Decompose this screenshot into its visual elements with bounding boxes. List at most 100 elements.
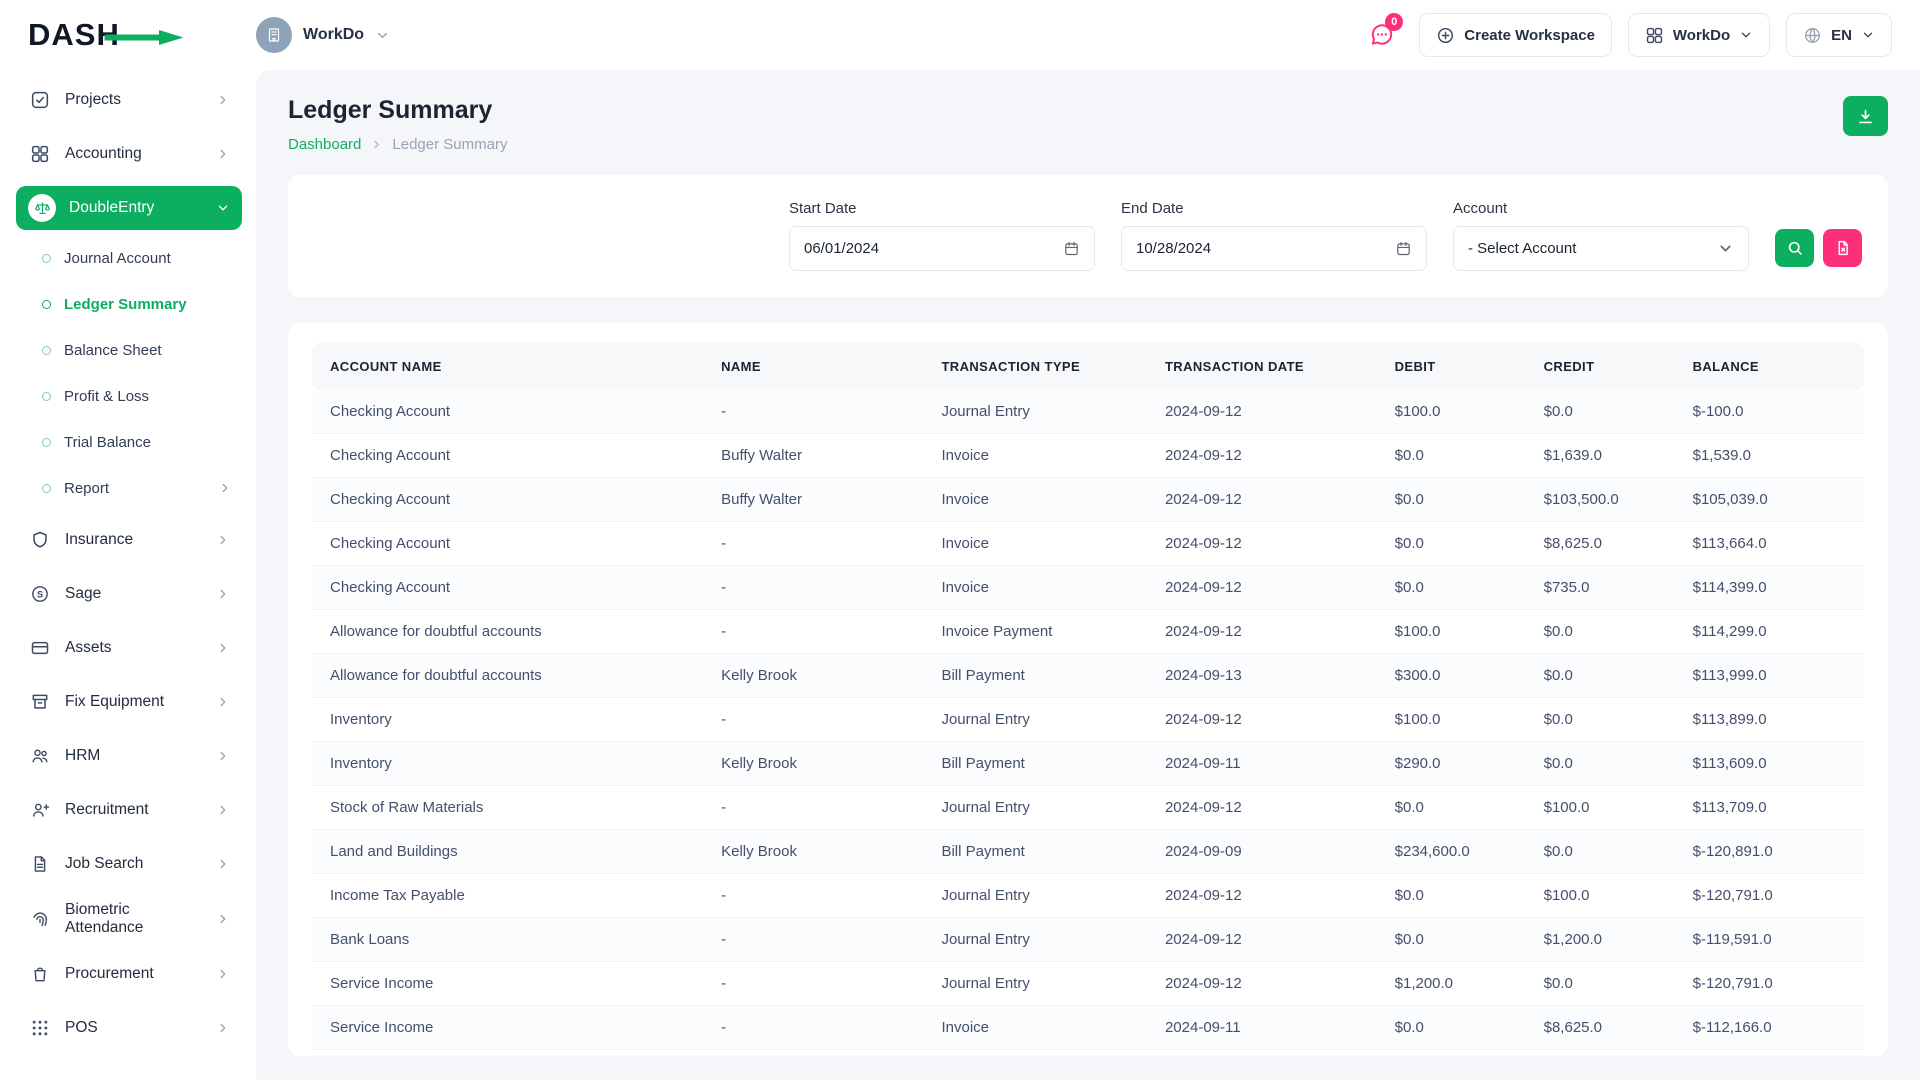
sidebar-item-fix-equipment[interactable]: Fix Equipment xyxy=(16,680,242,724)
chevron-down-icon xyxy=(1717,240,1734,257)
sidebar-item-projects[interactable]: Projects xyxy=(16,78,242,122)
cell-credit: $8,625.0 xyxy=(1526,1006,1675,1050)
sidebar-item-journal-account[interactable]: Journal Account xyxy=(32,240,242,276)
grid-icon xyxy=(1645,26,1664,45)
cell-account-name: Bank Loans xyxy=(312,918,703,962)
sidebar-item-accounting[interactable]: Accounting xyxy=(16,132,242,176)
cell-transaction-date: 2024-09-12 xyxy=(1147,962,1377,1006)
cell-name: Buffy Walter xyxy=(703,478,923,522)
messages-badge: 0 xyxy=(1385,13,1403,31)
cell-transaction-type: Journal Entry xyxy=(923,390,1146,434)
account-field: Account - Select Account xyxy=(1453,200,1749,271)
column-header-credit: CREDIT xyxy=(1526,343,1675,390)
cell-transaction-date: 2024-09-12 xyxy=(1147,918,1377,962)
cell-balance: $-119,591.0 xyxy=(1675,918,1864,962)
chevron-right-icon xyxy=(216,967,230,981)
sidebar-item-doubleentry[interactable]: DoubleEntry xyxy=(16,186,242,230)
sidebar-item-recruitment[interactable]: Recruitment xyxy=(16,788,242,832)
sidebar-item-insurance[interactable]: Insurance xyxy=(16,518,242,562)
cell-name: - xyxy=(703,522,923,566)
submenu-item-label: Report xyxy=(64,480,109,497)
chevron-right-icon xyxy=(370,138,383,151)
sidebar-item-sage[interactable]: Sage xyxy=(16,572,242,616)
reset-icon xyxy=(1834,239,1852,257)
search-button[interactable] xyxy=(1775,229,1814,267)
fingerprint-icon xyxy=(28,907,52,931)
cell-debit: $0.0 xyxy=(1377,1006,1526,1050)
cell-debit: $0.0 xyxy=(1377,478,1526,522)
start-date-input[interactable]: 06/01/2024 xyxy=(789,226,1095,271)
end-date-input[interactable]: 10/28/2024 xyxy=(1121,226,1427,271)
create-workspace-button[interactable]: Create Workspace xyxy=(1419,13,1612,57)
calendar-icon xyxy=(1395,240,1412,257)
person-plus-icon xyxy=(28,798,52,822)
table-row: Stock of Raw Materials - Journal Entry 2… xyxy=(312,786,1864,830)
topbar-actions: 0 Create Workspace WorkDo EN xyxy=(1361,13,1892,57)
cell-account-name: Allowance for doubtful accounts xyxy=(312,654,703,698)
sidebar-item-pos[interactable]: POS xyxy=(16,1006,242,1050)
chevron-down-icon xyxy=(216,201,230,215)
logo-arrow-icon xyxy=(102,30,186,45)
workspace-menu-label: WorkDo xyxy=(1673,27,1730,44)
sidebar-item-hrm[interactable]: HRM xyxy=(16,734,242,778)
cell-debit: $0.0 xyxy=(1377,522,1526,566)
logo[interactable]: DASH xyxy=(28,17,234,53)
cell-name: Kelly Brook xyxy=(703,654,923,698)
cell-debit: $234,600.0 xyxy=(1377,830,1526,874)
sidebar-item-job-search[interactable]: Job Search xyxy=(16,842,242,886)
cell-credit: $0.0 xyxy=(1526,742,1675,786)
chevron-right-icon xyxy=(216,749,230,763)
sidebar-item-trial-balance[interactable]: Trial Balance xyxy=(32,424,242,460)
cell-account-name: Checking Account xyxy=(312,522,703,566)
submenu-item-label: Trial Balance xyxy=(64,434,151,451)
sidebar-item-procurement[interactable]: Procurement xyxy=(16,952,242,996)
cell-transaction-type: Invoice xyxy=(923,566,1146,610)
download-button[interactable] xyxy=(1843,96,1888,136)
cell-account-name: Allowance for doubtful accounts xyxy=(312,610,703,654)
column-header-transaction-date: TRANSACTION DATE xyxy=(1147,343,1377,390)
cell-name: - xyxy=(703,1006,923,1050)
bullet-icon xyxy=(42,346,51,355)
start-date-label: Start Date xyxy=(789,200,1095,217)
sidebar-item-report[interactable]: Report xyxy=(32,470,242,506)
language-selector[interactable]: EN xyxy=(1786,13,1892,57)
cell-transaction-date: 2024-09-13 xyxy=(1147,654,1377,698)
account-select[interactable]: - Select Account xyxy=(1453,226,1749,271)
cell-account-name: Service Income xyxy=(312,962,703,1006)
cell-transaction-type: Journal Entry xyxy=(923,698,1146,742)
cell-balance: $-120,891.0 xyxy=(1675,830,1864,874)
shield-icon xyxy=(28,528,52,552)
table-row: Bank Loans - Journal Entry 2024-09-12 $0… xyxy=(312,918,1864,962)
account-label: Account xyxy=(1453,200,1749,217)
archive-box-icon xyxy=(28,690,52,714)
cell-debit: $100.0 xyxy=(1377,698,1526,742)
sidebar-item-ledger-summary[interactable]: Ledger Summary xyxy=(32,286,242,322)
workspace-switcher[interactable]: WorkDo xyxy=(256,17,390,53)
sidebar-item-profit-loss[interactable]: Profit & Loss xyxy=(32,378,242,414)
cell-debit: $290.0 xyxy=(1377,742,1526,786)
cell-transaction-type: Invoice xyxy=(923,478,1146,522)
bag-icon xyxy=(28,962,52,986)
cell-credit: $100.0 xyxy=(1526,786,1675,830)
breadcrumb: Dashboard Ledger Summary xyxy=(288,136,507,153)
cell-account-name: Checking Account xyxy=(312,566,703,610)
cell-balance: $114,399.0 xyxy=(1675,566,1864,610)
cell-balance: $113,709.0 xyxy=(1675,786,1864,830)
column-header-account-name: ACCOUNT NAME xyxy=(312,343,703,390)
cell-transaction-date: 2024-09-12 xyxy=(1147,698,1377,742)
sidebar-item-label: Recruitment xyxy=(65,801,203,819)
sidebar-item-biometric-attendance[interactable]: Biometric Attendance xyxy=(16,896,242,942)
breadcrumb-dashboard-link[interactable]: Dashboard xyxy=(288,136,361,153)
table-row: Checking Account - Invoice 2024-09-12 $0… xyxy=(312,566,1864,610)
ledger-table: ACCOUNT NAME NAME TRANSACTION TYPE TRANS… xyxy=(312,343,1864,1050)
reset-button[interactable] xyxy=(1823,229,1862,267)
messages-button[interactable]: 0 xyxy=(1361,14,1403,56)
cell-transaction-type: Invoice xyxy=(923,434,1146,478)
cell-account-name: Inventory xyxy=(312,698,703,742)
sidebar-item-balance-sheet[interactable]: Balance Sheet xyxy=(32,332,242,368)
sidebar-item-assets[interactable]: Assets xyxy=(16,626,242,670)
cell-debit: $1,200.0 xyxy=(1377,962,1526,1006)
cell-debit: $0.0 xyxy=(1377,874,1526,918)
workspace-menu-button[interactable]: WorkDo xyxy=(1628,13,1770,57)
table-row: Service Income - Invoice 2024-09-11 $0.0… xyxy=(312,1006,1864,1050)
